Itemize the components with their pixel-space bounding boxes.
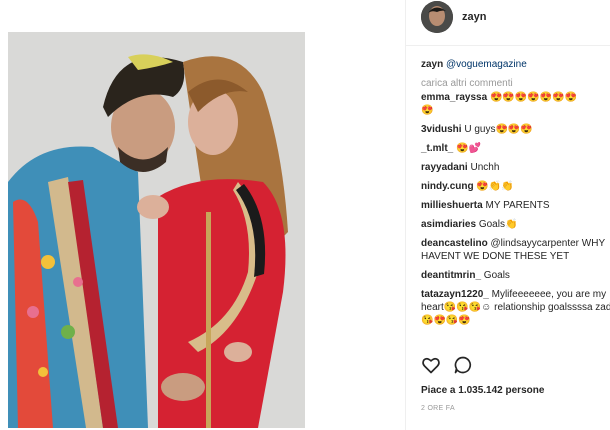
caption-text[interactable]: @voguemagazine <box>446 59 527 70</box>
comment-username[interactable]: asimdiaries <box>421 219 476 230</box>
caption: zayn @voguemagazine <box>421 58 610 71</box>
comment-username[interactable]: rayyadani <box>421 162 468 173</box>
comment-username[interactable]: deantitmrin_ <box>421 270 481 281</box>
comment: emma_rayssa 😍😍😍😍😍😍😍 <box>421 91 610 104</box>
comment-text: 😍 <box>421 105 434 116</box>
comment-username[interactable]: _t.mlt_ <box>421 143 453 154</box>
comment-text: U guys😍😍😍 <box>464 124 533 135</box>
header-divider <box>406 45 610 46</box>
comment: _t.mlt_ 😍💕 <box>421 142 610 155</box>
avatar[interactable] <box>421 1 453 33</box>
comment-username[interactable]: deancastelino <box>421 238 488 249</box>
comment: nindy.cung 😍👏👏 <box>421 180 610 193</box>
post-photo[interactable] <box>8 32 305 428</box>
comment-username[interactable]: nindy.cung <box>421 181 474 192</box>
likes-count[interactable]: Piace a 1.035.142 persone <box>421 385 544 396</box>
comment-username[interactable]: millieshuerta <box>421 200 483 211</box>
comment: tatazayn1220_ Mylifeeeeeee, you are my h… <box>421 288 610 327</box>
comments-panel: zayn zayn @voguemagazine carica altri co… <box>405 0 610 430</box>
comment: deantitmrin_ Goals <box>421 269 610 282</box>
comment: rayyadani Unchh <box>421 161 610 174</box>
load-more-comments[interactable]: carica altri commenti <box>421 77 610 90</box>
heart-icon[interactable] <box>421 355 441 380</box>
comment-continuation: 😍 <box>421 104 610 117</box>
comment-list: zayn @voguemagazine carica altri comment… <box>421 58 610 333</box>
post-header: zayn <box>421 0 610 34</box>
photo-illustration <box>8 32 305 428</box>
comment: 3vidushi U guys😍😍😍 <box>421 123 610 136</box>
comment-text: 😍💕 <box>456 143 481 154</box>
comment: deancastelino @lindsayycarpenter WHY HAV… <box>421 237 610 263</box>
comment-text: Goals <box>483 270 510 281</box>
comment-text: 😍😍😍😍😍😍😍 <box>489 92 578 103</box>
comment-icon[interactable] <box>453 355 473 380</box>
post-timestamp: 2 ORE FA <box>421 405 455 412</box>
caption-username[interactable]: zayn <box>421 59 443 70</box>
comment-username[interactable]: tatazayn1220_ <box>421 289 489 300</box>
comment-text: 😍👏👏 <box>476 181 514 192</box>
comment-username[interactable]: emma_rayssa <box>421 92 487 103</box>
post-actions <box>421 356 473 378</box>
comment: millieshuerta MY PARENTS <box>421 199 610 212</box>
comment-text: Unchh <box>470 162 500 173</box>
comment: asimdiaries Goals👏 <box>421 218 610 231</box>
comment-username[interactable]: 3vidushi <box>421 124 462 135</box>
comment-text: MY PARENTS <box>485 200 550 211</box>
post-username[interactable]: zayn <box>462 11 486 23</box>
comment-text: Goals👏 <box>478 219 518 230</box>
